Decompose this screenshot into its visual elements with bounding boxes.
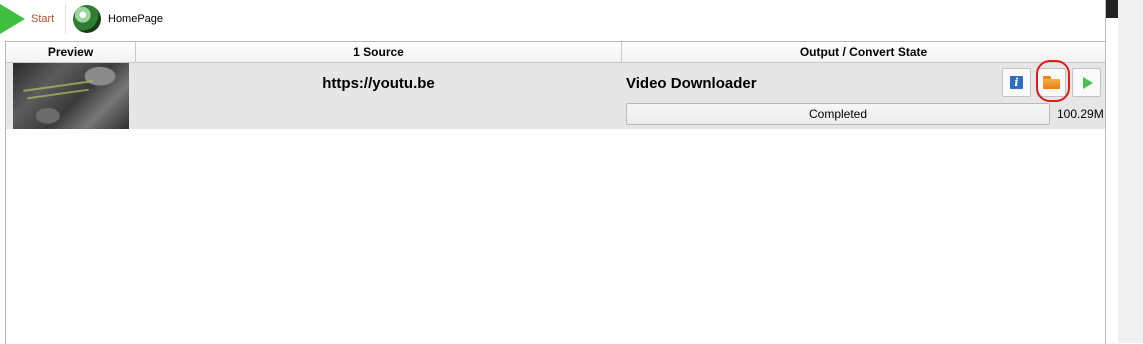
progress-bar: Completed xyxy=(626,103,1050,125)
file-size: 100.29M xyxy=(1057,107,1104,121)
vertical-scrollbar[interactable] xyxy=(1105,0,1118,343)
table-row[interactable]: https://youtu.be Video Downloader i Comp… xyxy=(6,60,1105,129)
start-label: Start xyxy=(31,13,55,25)
column-header-output[interactable]: Output / Convert State xyxy=(622,42,1105,62)
open-folder-button[interactable] xyxy=(1037,68,1066,97)
source-url: https://youtu.be xyxy=(322,75,435,92)
play-icon xyxy=(1082,76,1093,89)
table-header: Preview 1 Source Output / Convert State xyxy=(6,42,1105,63)
column-header-source[interactable]: 1 Source xyxy=(136,42,622,62)
start-play-icon xyxy=(0,4,25,34)
info-button[interactable]: i xyxy=(1002,68,1031,97)
toolbar-separator xyxy=(65,4,66,34)
folder-icon xyxy=(1043,76,1060,89)
video-thumbnail xyxy=(13,63,129,129)
task-table: Preview 1 Source Output / Convert State … xyxy=(5,41,1106,344)
play-button[interactable] xyxy=(1072,68,1101,97)
homepage-button[interactable]: HomePage xyxy=(73,4,163,34)
output-title: Video Downloader xyxy=(626,75,757,92)
globe-icon xyxy=(73,5,101,33)
column-header-preview[interactable]: Preview xyxy=(6,42,136,62)
start-button[interactable]: Start xyxy=(0,4,54,34)
homepage-label: HomePage xyxy=(108,13,164,25)
info-icon: i xyxy=(1010,76,1023,89)
side-panel xyxy=(1118,0,1143,343)
toolbar: Start HomePage xyxy=(0,0,1105,38)
